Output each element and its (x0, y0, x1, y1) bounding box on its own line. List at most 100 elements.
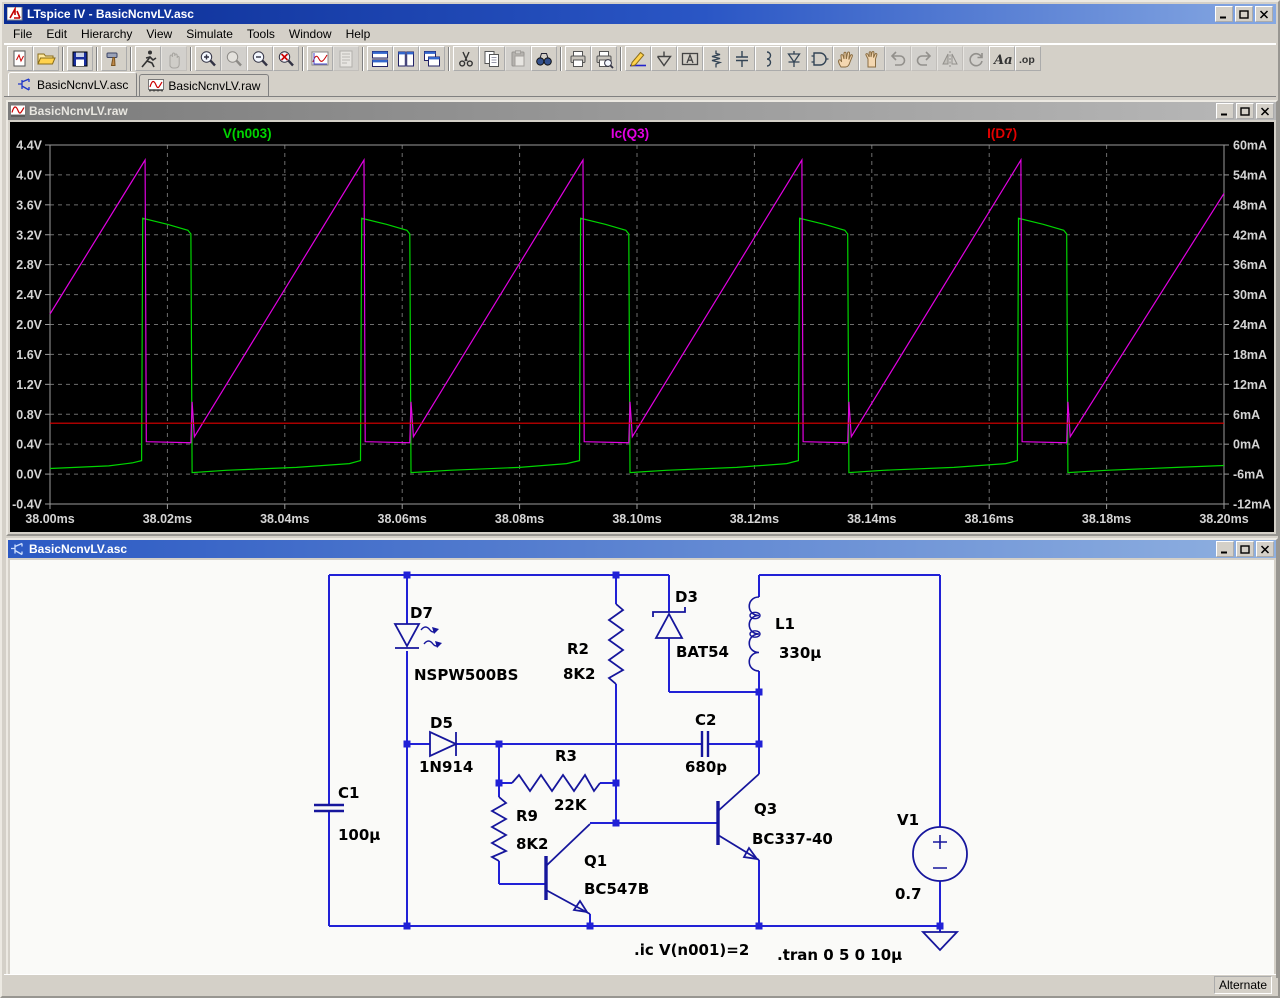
rotate-icon (969, 52, 983, 66)
label-D5-value[interactable]: 1N914 (419, 758, 473, 776)
menu-tools[interactable]: Tools (240, 25, 282, 43)
menu-window[interactable]: Window (282, 25, 339, 43)
wave-close-button[interactable] (1256, 103, 1274, 119)
component-R3-resistor[interactable] (511, 773, 601, 793)
label-D7-ref[interactable]: D7 (410, 604, 433, 622)
toolbar-separator (96, 46, 98, 71)
component-C1-capacitor[interactable] (314, 803, 344, 813)
drag-icon (865, 50, 878, 67)
schem-maximize-button[interactable] (1236, 541, 1254, 557)
open-button[interactable] (33, 46, 59, 71)
new-schematic-button[interactable] (7, 46, 33, 71)
find-button[interactable] (531, 46, 557, 71)
trace-label-ic-q3-[interactable]: Ic(Q3) (611, 126, 649, 141)
label-Q1-value[interactable]: BC547B (584, 880, 649, 898)
zoom-in-button[interactable] (195, 46, 221, 71)
menu-view[interactable]: View (139, 25, 179, 43)
label-R9-ref[interactable]: R9 (516, 807, 538, 825)
schematic-window-title-bar[interactable]: BasicNcnvLV.asc (8, 540, 1276, 558)
schematic-canvas[interactable]: D7 NSPW500BS D5 1N914 C1 100µ R2 8K2 D3 … (10, 560, 1274, 974)
label-R2-ref[interactable]: R2 (567, 640, 589, 658)
print-button[interactable] (565, 46, 591, 71)
label-D3-value[interactable]: BAT54 (676, 643, 729, 661)
label-R9-value[interactable]: 8K2 (516, 835, 549, 853)
label-Q3-value[interactable]: BC337-40 (752, 830, 833, 848)
component-R2-resistor[interactable] (607, 603, 625, 685)
menu-hierarchy[interactable]: Hierarchy (74, 25, 139, 43)
label-Q3-ref[interactable]: Q3 (754, 800, 777, 818)
label-L1-value[interactable]: 330µ (779, 644, 821, 662)
autorange-y-axis-button[interactable] (307, 46, 333, 71)
menu-help[interactable]: Help (339, 25, 378, 43)
drag-button[interactable] (859, 46, 885, 71)
schem-close-button[interactable] (1256, 541, 1274, 557)
spice-directive-button[interactable]: .op (1015, 46, 1041, 71)
label-V1-value[interactable]: 0.7 (895, 885, 922, 903)
copy-button[interactable] (479, 46, 505, 71)
hammer-icon (106, 52, 118, 66)
schem-minimize-button[interactable] (1216, 541, 1234, 557)
draw-wire-button[interactable] (625, 46, 651, 71)
save-button[interactable] (67, 46, 93, 71)
component-D7-led[interactable] (393, 623, 442, 649)
left-axis-tick-label: 1.6V (16, 348, 42, 362)
place-text-button[interactable]: Aa (989, 46, 1015, 71)
control-panel-button[interactable] (101, 46, 127, 71)
label-L1-ref[interactable]: L1 (775, 615, 795, 633)
place-capacitor-button[interactable] (729, 46, 755, 71)
wave-minimize-button[interactable] (1216, 103, 1234, 119)
menu-file[interactable]: File (6, 25, 39, 43)
label-R2-value[interactable]: 8K2 (563, 665, 596, 683)
run-button[interactable] (135, 46, 161, 71)
component-D5-diode[interactable] (429, 730, 459, 758)
tab-basicncnvlv-raw[interactable]: BasicNcnvLV.raw (139, 74, 270, 96)
component-C2-capacitor[interactable] (700, 731, 710, 757)
label-Q1-ref[interactable]: Q1 (584, 852, 607, 870)
place-resistor-button[interactable] (703, 46, 729, 71)
component-D3-schottky-diode[interactable] (652, 607, 686, 639)
window-title: LTspice IV - BasicNcnvLV.asc (27, 7, 194, 21)
component-R9-resistor[interactable] (489, 796, 509, 862)
label-net-button[interactable] (677, 46, 703, 71)
minimize-button[interactable] (1215, 6, 1233, 22)
move-button[interactable] (833, 46, 859, 71)
label-D5-ref[interactable]: D5 (430, 714, 453, 732)
main-title-bar[interactable]: LTspice IV - BasicNcnvLV.asc (4, 4, 1276, 24)
directive-ic[interactable]: .ic V(n001)=2 (634, 941, 749, 959)
menu-edit[interactable]: Edit (39, 25, 74, 43)
cascade-windows-button[interactable] (419, 46, 445, 71)
close-button[interactable] (1255, 6, 1273, 22)
tab-basicncnvlv-asc[interactable]: BasicNcnvLV.asc (8, 72, 138, 96)
print-preview-button[interactable] (591, 46, 617, 71)
place-inductor-button[interactable] (755, 46, 781, 71)
waveform-plot-area[interactable]: 4.4V 4.0V 3.6V 3.2V 2.8V 2.4V 2.0V 1.6V 1.2V 0.8V… (10, 122, 1274, 532)
label-C1-ref[interactable]: C1 (338, 784, 359, 802)
label-C2-ref[interactable]: C2 (695, 711, 716, 729)
label-C2-value[interactable]: 680p (685, 758, 727, 776)
label-C1-value[interactable]: 100µ (338, 826, 380, 844)
directive-tran[interactable]: .tran 0 5 0 10µ (777, 946, 902, 964)
tile-horizontally-button[interactable] (367, 46, 393, 71)
label-D3-ref[interactable]: D3 (675, 588, 698, 606)
schematic-window: BasicNcnvLV.asc D7 NSPW500BS D5 1N914 C1… (6, 538, 1278, 978)
tile-vertically-button[interactable] (393, 46, 419, 71)
place-component-button[interactable] (807, 46, 833, 71)
wave-maximize-button[interactable] (1236, 103, 1254, 119)
ground-symbol[interactable] (920, 931, 960, 952)
label-R3-value[interactable]: 22K (554, 796, 588, 814)
zoom-full-extents-button[interactable] (273, 46, 299, 71)
label-R3-ref[interactable]: R3 (555, 747, 577, 765)
place-diode-button[interactable] (781, 46, 807, 71)
waveform-window-title-bar[interactable]: BasicNcnvLV.raw (8, 102, 1276, 120)
menu-simulate[interactable]: Simulate (179, 25, 240, 43)
label-V1-ref[interactable]: V1 (897, 811, 919, 829)
maximize-button[interactable] (1235, 6, 1253, 22)
place-ground-button[interactable] (651, 46, 677, 71)
component-L1-inductor[interactable] (748, 596, 761, 672)
label-D7-value[interactable]: NSPW500BS (414, 666, 518, 684)
component-V1-voltage-source[interactable] (912, 826, 968, 882)
trace-label-i-d7-[interactable]: I(D7) (987, 126, 1017, 141)
trace-label-v-n003-[interactable]: V(n003) (223, 126, 272, 141)
cut-button[interactable] (453, 46, 479, 71)
zoom-out-button[interactable] (247, 46, 273, 71)
